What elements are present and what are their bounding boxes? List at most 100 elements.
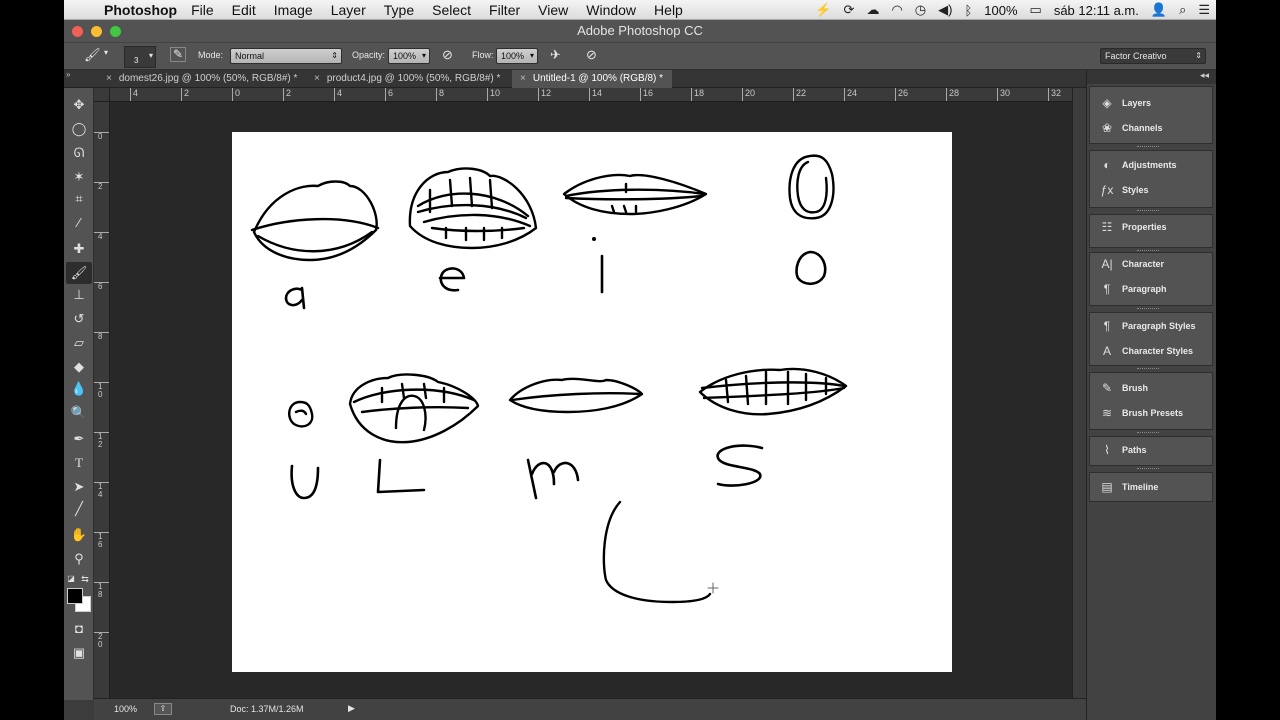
- brush-cursor-icon: [707, 582, 719, 594]
- canvas[interactable]: [232, 132, 952, 672]
- mouth-a-sketch: [250, 180, 380, 262]
- type-tool-icon[interactable]: T: [66, 452, 92, 474]
- cloud-icon[interactable]: ☁: [866, 2, 879, 18]
- menu-help[interactable]: Help: [654, 2, 683, 18]
- airbrush-icon[interactable]: ✈: [550, 47, 561, 63]
- window-title-bar: Adobe Photoshop CC: [64, 20, 1216, 42]
- flow-input[interactable]: 100% ▾: [496, 48, 538, 64]
- magic-wand-tool-icon[interactable]: ✶: [66, 166, 92, 188]
- panel-brush-presets[interactable]: ≋ Brush Presets: [1089, 401, 1213, 425]
- opacity-input[interactable]: 100% ▾: [388, 48, 430, 64]
- share-icon[interactable]: ⇪: [154, 703, 172, 715]
- menu-file[interactable]: File: [191, 2, 214, 18]
- blur-tool-icon[interactable]: 💧: [66, 378, 92, 400]
- ruler-tick-label: 2: [94, 182, 109, 191]
- path-selection-tool-icon[interactable]: ➤: [66, 476, 92, 498]
- menu-view[interactable]: View: [538, 2, 568, 18]
- swap-colors-icon[interactable]: ⇆: [78, 568, 92, 590]
- collapse-toolbar-icon[interactable]: »: [66, 70, 70, 79]
- wifi-icon[interactable]: ◠: [891, 2, 902, 18]
- panel-character[interactable]: A| Character: [1089, 252, 1213, 276]
- zoom-window-button[interactable]: [110, 26, 121, 37]
- panel-character-styles[interactable]: A Character Styles: [1089, 339, 1213, 363]
- minimize-window-button[interactable]: [91, 26, 102, 37]
- preset-chevron-icon[interactable]: ▾: [104, 48, 108, 57]
- ruler-tick-label: 2: [181, 88, 189, 101]
- clock[interactable]: sáb 12:11 a.m.: [1054, 3, 1139, 18]
- crop-tool-icon[interactable]: ⌗: [66, 188, 92, 210]
- panel-label: Adjustments: [1122, 160, 1177, 170]
- eyedropper-tool-icon[interactable]: ⁄: [66, 212, 92, 234]
- workspace-switcher[interactable]: Factor Creativo ⇕: [1100, 48, 1206, 64]
- brush-tool-preset-icon[interactable]: 🖌: [84, 47, 101, 63]
- menu-select[interactable]: Select: [432, 2, 471, 18]
- panel-styles[interactable]: ƒx Styles: [1089, 178, 1213, 202]
- pen-tool-icon[interactable]: ✒: [66, 428, 92, 450]
- panel-adjustments[interactable]: ◐ Adjustments: [1089, 153, 1213, 177]
- vertical-ruler[interactable]: 0 2 4 6 8 1 0 1 2 1 4 1 6 1 8 2 0: [94, 102, 110, 698]
- ruler-origin[interactable]: [94, 88, 110, 102]
- panel-paths[interactable]: ⌇ Paths: [1089, 438, 1213, 462]
- tab-product4[interactable]: × product4.jpg @ 100% (50%, RGB/8#) *: [306, 70, 510, 88]
- vertical-scrollbar[interactable]: [1072, 88, 1086, 698]
- clone-stamp-tool-icon[interactable]: ⊥: [66, 284, 92, 306]
- ellipse-marquee-tool-icon[interactable]: ◯: [66, 118, 92, 140]
- battery-icon[interactable]: ▭: [1030, 2, 1042, 18]
- bluetooth-icon[interactable]: ᛒ: [964, 3, 972, 18]
- tab-domest26[interactable]: × domest26.jpg @ 100% (50%, RGB/8#) *: [98, 70, 304, 88]
- mode-select[interactable]: Normal ⇕: [230, 48, 342, 64]
- horizontal-ruler[interactable]: 4 2 0 2 4 6 8 10 12 14 16 18 20 22 24 26 28 30 32: [110, 88, 1072, 102]
- dodge-tool-icon[interactable]: 🔍: [66, 402, 92, 424]
- zoom-tool-icon[interactable]: ⚲: [66, 548, 92, 570]
- battery-percent[interactable]: 100%: [984, 3, 1017, 18]
- time-machine-icon[interactable]: ◷: [915, 2, 926, 18]
- menu-image[interactable]: Image: [274, 2, 313, 18]
- menu-type[interactable]: Type: [384, 2, 414, 18]
- panel-channels[interactable]: ❀ Channels: [1089, 116, 1213, 140]
- user-icon[interactable]: 👤: [1151, 2, 1167, 18]
- panel-paragraph-styles[interactable]: ¶ Paragraph Styles: [1089, 314, 1213, 338]
- sync-icon[interactable]: ⟳: [844, 2, 855, 18]
- panel-paragraph[interactable]: ¶ Paragraph: [1089, 277, 1213, 301]
- brush-tool-icon[interactable]: 🖌: [66, 262, 92, 284]
- menu-edit[interactable]: Edit: [232, 2, 256, 18]
- panel-layers[interactable]: ◈ Layers: [1089, 91, 1213, 115]
- eraser-tool-icon[interactable]: ▱: [66, 332, 92, 354]
- hand-tool-icon[interactable]: ✋: [66, 524, 92, 546]
- status-menu-arrow-icon[interactable]: ▶: [348, 703, 355, 714]
- collapse-panels-icon[interactable]: ◂◂: [1087, 70, 1216, 84]
- paint-bucket-tool-icon[interactable]: ◆: [66, 356, 92, 378]
- history-brush-tool-icon[interactable]: ↺: [66, 308, 92, 330]
- foreground-color-swatch[interactable]: [67, 588, 83, 604]
- panel-brush[interactable]: ✎ Brush: [1089, 376, 1213, 400]
- spotlight-search-icon[interactable]: ⌕: [1179, 2, 1186, 18]
- lasso-tool-icon[interactable]: ᘏ: [66, 142, 92, 164]
- opacity-pressure-icon[interactable]: ⊘: [442, 47, 453, 63]
- zoom-level[interactable]: 100%: [114, 704, 137, 714]
- menu-filter[interactable]: Filter: [489, 2, 520, 18]
- brush-panel-toggle-icon[interactable]: ✎: [170, 47, 187, 62]
- size-pressure-icon[interactable]: ⊘: [586, 47, 597, 63]
- document-window[interactable]: [110, 102, 1072, 698]
- volume-icon[interactable]: ◀): [938, 2, 952, 18]
- lightning-icon[interactable]: ⚡: [815, 2, 831, 18]
- paragraph-styles-icon: ¶: [1103, 319, 1111, 333]
- brush-size-picker[interactable]: 3 ▾: [124, 46, 156, 68]
- close-window-button[interactable]: [72, 26, 83, 37]
- app-menu[interactable]: Photoshop: [104, 2, 177, 18]
- move-tool-icon[interactable]: ✥: [66, 94, 92, 116]
- default-colors-icon[interactable]: ◪: [64, 568, 78, 590]
- close-tab-icon[interactable]: ×: [520, 73, 526, 84]
- panel-timeline[interactable]: ▤ Timeline: [1089, 475, 1213, 499]
- panel-properties[interactable]: ☷ Properties: [1089, 215, 1213, 239]
- screen-mode-icon[interactable]: ▣: [66, 642, 92, 664]
- line-tool-icon[interactable]: ╱: [66, 498, 92, 520]
- menu-window[interactable]: Window: [586, 2, 636, 18]
- close-tab-icon[interactable]: ×: [106, 73, 112, 84]
- close-tab-icon[interactable]: ×: [314, 73, 320, 84]
- notification-center-icon[interactable]: ☰: [1198, 2, 1210, 18]
- healing-brush-tool-icon[interactable]: ✚: [66, 238, 92, 260]
- tab-untitled-1[interactable]: × Untitled-1 @ 100% (RGB/8) *: [512, 70, 672, 88]
- quick-mask-icon[interactable]: ◘: [66, 618, 92, 640]
- menu-layer[interactable]: Layer: [331, 2, 366, 18]
